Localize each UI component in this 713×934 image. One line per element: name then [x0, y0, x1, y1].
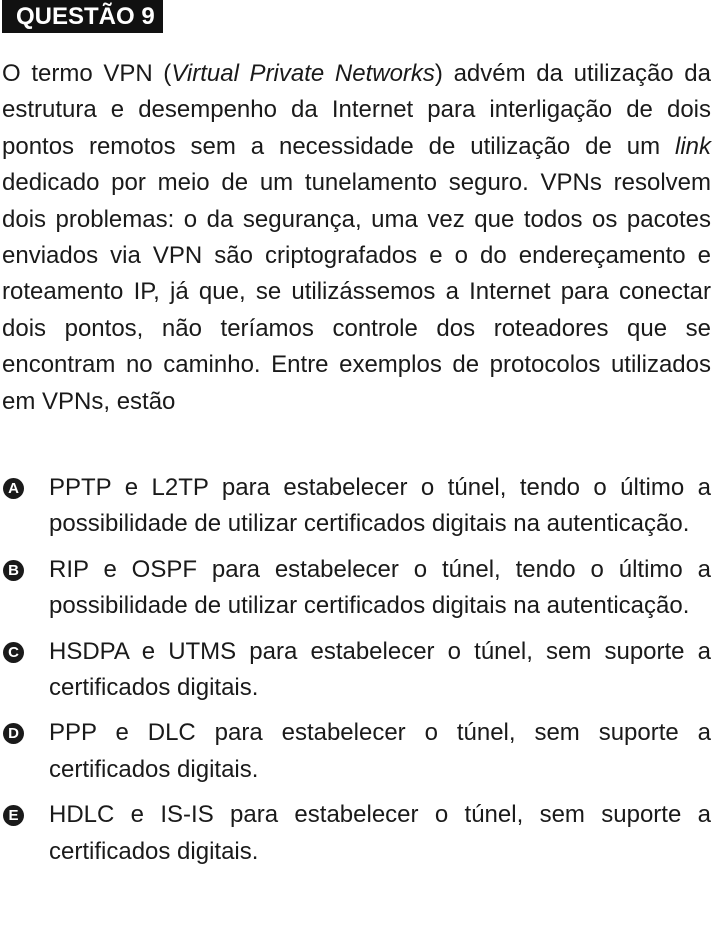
option-a-text: PPTP e L2TP para estabelecer o túnel, te… [49, 474, 711, 538]
option-a-letter-badge: A [3, 478, 24, 499]
stem-text-3: dedicado por meio de um tunelamento segu… [2, 169, 711, 415]
option-e-text: HDLC e IS-IS para estabelecer o túnel, s… [49, 801, 711, 865]
stem-italic-link: link [674, 132, 711, 160]
option-e-letter-badge: E [3, 805, 24, 827]
option-b[interactable]: B RIP e OSPF para estabelecer o túnel, t… [2, 552, 711, 625]
option-e[interactable]: E HDLC e IS-IS para estabelecer o túnel,… [2, 797, 711, 870]
stem-italic-term: Virtual Private Networks [171, 60, 435, 87]
option-c-text: HSDPA e UTMS para estabelecer o túnel, s… [49, 637, 711, 702]
question-title: QUESTÃO 9 [2, 0, 163, 33]
question-page: QUESTÃO 9 O termo VPN (Virtual Private N… [0, 0, 713, 934]
option-c[interactable]: C HSDPA e UTMS para estabelecer o túnel,… [2, 634, 711, 707]
option-b-letter-badge: B [3, 559, 24, 581]
option-a[interactable]: A PPTP e L2TP para estabelecer o túnel, … [2, 470, 711, 543]
option-d-letter-badge: D [3, 723, 24, 745]
stem-text-1: O termo VPN ( [2, 60, 172, 87]
option-d[interactable]: D PPP e DLC para estabelecer o túnel, se… [2, 715, 711, 788]
option-c-letter-badge: C [3, 641, 24, 663]
option-d-text: PPP e DLC para estabelecer o túnel, sem … [49, 719, 711, 783]
question-stem: O termo VPN (Virtual Private Networks) a… [2, 56, 711, 420]
answer-options: A PPTP e L2TP para estabelecer o túnel, … [2, 470, 711, 870]
option-b-text: RIP e OSPF para estabelecer o túnel, ten… [49, 555, 711, 620]
